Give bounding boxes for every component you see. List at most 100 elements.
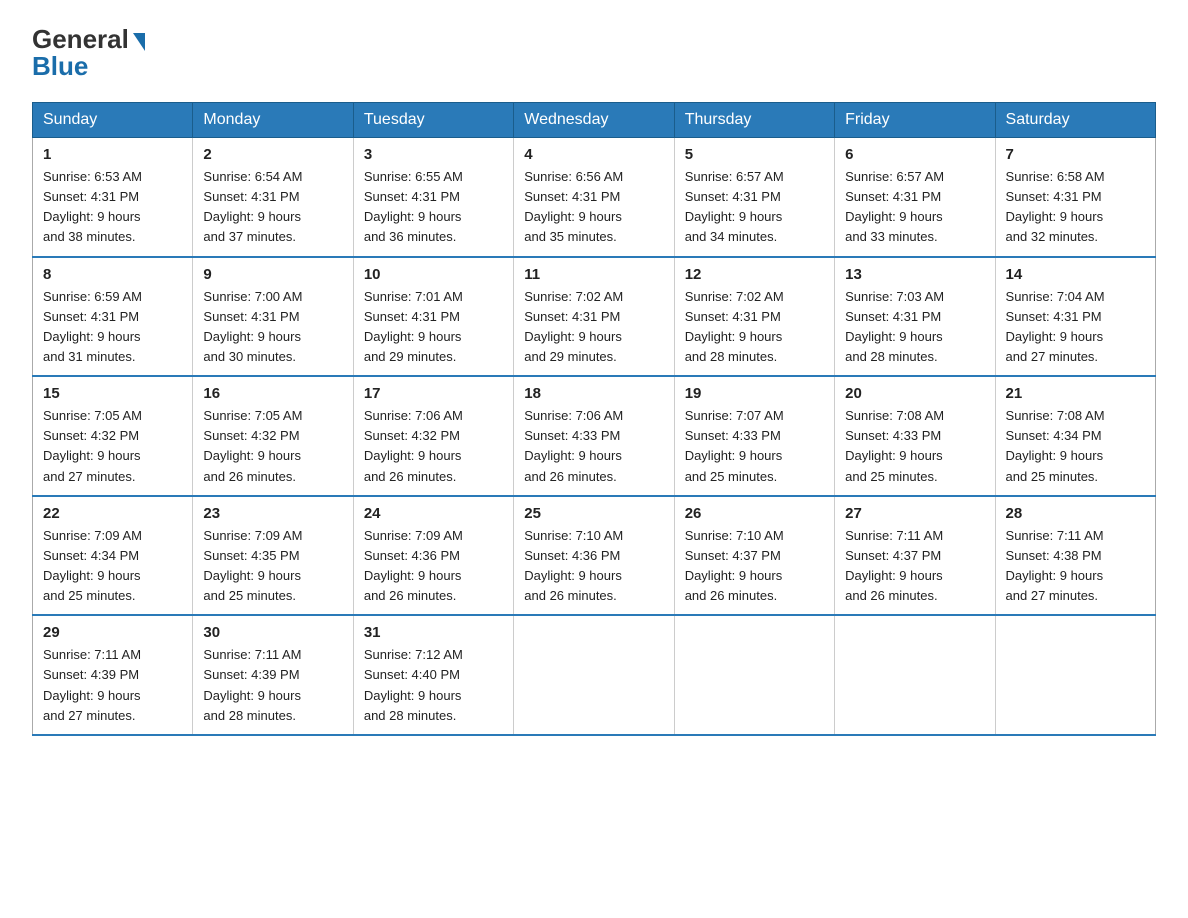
day-number: 4	[524, 146, 663, 163]
week-row-1: 1 Sunrise: 6:53 AMSunset: 4:31 PMDaylight…	[33, 138, 1156, 257]
week-row-4: 22Sunrise: 7:09 AMSunset: 4:34 PMDayligh…	[33, 496, 1156, 616]
day-info: Sunrise: 7:11 AMSunset: 4:39 PMDaylight:…	[43, 645, 182, 726]
calendar-cell: 8Sunrise: 6:59 AMSunset: 4:31 PMDaylight…	[33, 257, 193, 377]
day-info: Sunrise: 7:07 AMSunset: 4:33 PMDaylight:…	[685, 406, 824, 487]
day-info: Sunrise: 7:02 AMSunset: 4:31 PMDaylight:…	[685, 287, 824, 368]
day-number: 10	[364, 266, 503, 283]
day-info: Sunrise: 6:59 AMSunset: 4:31 PMDaylight:…	[43, 287, 182, 368]
week-row-2: 8Sunrise: 6:59 AMSunset: 4:31 PMDaylight…	[33, 257, 1156, 377]
day-number: 19	[685, 385, 824, 402]
calendar-cell: 3 Sunrise: 6:55 AMSunset: 4:31 PMDaylight…	[353, 138, 513, 257]
day-number: 31	[364, 624, 503, 641]
calendar-cell: 19 Sunrise: 7:07 AMSunset: 4:33 PMDayligh…	[674, 376, 834, 496]
day-info: Sunrise: 7:05 AMSunset: 4:32 PMDaylight:…	[43, 406, 182, 487]
day-number: 15	[43, 385, 182, 402]
calendar-cell: 4 Sunrise: 6:56 AMSunset: 4:31 PMDaylight…	[514, 138, 674, 257]
calendar-cell: 14Sunrise: 7:04 AMSunset: 4:31 PMDayligh…	[995, 257, 1155, 377]
day-number: 28	[1006, 505, 1145, 522]
day-number: 6	[845, 146, 984, 163]
day-info: Sunrise: 7:05 AMSunset: 4:32 PMDaylight:…	[203, 406, 342, 487]
day-number: 21	[1006, 385, 1145, 402]
calendar-cell: 24 Sunrise: 7:09 AMSunset: 4:36 PMDayligh…	[353, 496, 513, 616]
logo-text-blue: Blue	[32, 51, 88, 82]
day-info: Sunrise: 7:00 AMSunset: 4:31 PMDaylight:…	[203, 287, 342, 368]
calendar-cell: 9 Sunrise: 7:00 AMSunset: 4:31 PMDaylight…	[193, 257, 353, 377]
day-number: 2	[203, 146, 342, 163]
calendar-cell: 27Sunrise: 7:11 AMSunset: 4:37 PMDayligh…	[835, 496, 995, 616]
day-info: Sunrise: 7:10 AMSunset: 4:36 PMDaylight:…	[524, 526, 663, 607]
day-info: Sunrise: 7:12 AMSunset: 4:40 PMDaylight:…	[364, 645, 503, 726]
day-number: 3	[364, 146, 503, 163]
header-friday: Friday	[835, 103, 995, 138]
calendar-cell: 1 Sunrise: 6:53 AMSunset: 4:31 PMDaylight…	[33, 138, 193, 257]
calendar-cell: 18 Sunrise: 7:06 AMSunset: 4:33 PMDayligh…	[514, 376, 674, 496]
day-info: Sunrise: 7:11 AMSunset: 4:38 PMDaylight:…	[1006, 526, 1145, 607]
day-number: 26	[685, 505, 824, 522]
calendar-cell	[835, 615, 995, 735]
calendar-cell: 26 Sunrise: 7:10 AMSunset: 4:37 PMDayligh…	[674, 496, 834, 616]
page-header: General Blue	[32, 24, 1156, 82]
day-info: Sunrise: 7:09 AMSunset: 4:35 PMDaylight:…	[203, 526, 342, 607]
header-saturday: Saturday	[995, 103, 1155, 138]
day-number: 30	[203, 624, 342, 641]
calendar-cell: 12Sunrise: 7:02 AMSunset: 4:31 PMDayligh…	[674, 257, 834, 377]
day-info: Sunrise: 6:57 AMSunset: 4:31 PMDaylight:…	[685, 167, 824, 248]
calendar-cell: 11 Sunrise: 7:02 AMSunset: 4:31 PMDayligh…	[514, 257, 674, 377]
calendar-cell: 22Sunrise: 7:09 AMSunset: 4:34 PMDayligh…	[33, 496, 193, 616]
day-info: Sunrise: 7:04 AMSunset: 4:31 PMDaylight:…	[1006, 287, 1145, 368]
calendar-header-row: SundayMondayTuesdayWednesdayThursdayFrid…	[33, 103, 1156, 138]
day-info: Sunrise: 7:06 AMSunset: 4:33 PMDaylight:…	[524, 406, 663, 487]
calendar-cell: 17Sunrise: 7:06 AMSunset: 4:32 PMDayligh…	[353, 376, 513, 496]
day-info: Sunrise: 7:11 AMSunset: 4:39 PMDaylight:…	[203, 645, 342, 726]
day-info: Sunrise: 7:02 AMSunset: 4:31 PMDaylight:…	[524, 287, 663, 368]
day-info: Sunrise: 7:10 AMSunset: 4:37 PMDaylight:…	[685, 526, 824, 607]
day-number: 22	[43, 505, 182, 522]
calendar-cell: 2 Sunrise: 6:54 AMSunset: 4:31 PMDaylight…	[193, 138, 353, 257]
day-info: Sunrise: 7:01 AMSunset: 4:31 PMDaylight:…	[364, 287, 503, 368]
calendar-cell: 29 Sunrise: 7:11 AMSunset: 4:39 PMDayligh…	[33, 615, 193, 735]
day-number: 5	[685, 146, 824, 163]
day-number: 27	[845, 505, 984, 522]
week-row-5: 29 Sunrise: 7:11 AMSunset: 4:39 PMDayligh…	[33, 615, 1156, 735]
day-info: Sunrise: 6:57 AMSunset: 4:31 PMDaylight:…	[845, 167, 984, 248]
day-info: Sunrise: 7:03 AMSunset: 4:31 PMDaylight:…	[845, 287, 984, 368]
day-info: Sunrise: 6:55 AMSunset: 4:31 PMDaylight:…	[364, 167, 503, 248]
day-number: 24	[364, 505, 503, 522]
calendar-cell: 10 Sunrise: 7:01 AMSunset: 4:31 PMDayligh…	[353, 257, 513, 377]
calendar-cell: 25Sunrise: 7:10 AMSunset: 4:36 PMDayligh…	[514, 496, 674, 616]
header-wednesday: Wednesday	[514, 103, 674, 138]
day-number: 18	[524, 385, 663, 402]
calendar-cell: 20Sunrise: 7:08 AMSunset: 4:33 PMDayligh…	[835, 376, 995, 496]
day-number: 13	[845, 266, 984, 283]
day-number: 17	[364, 385, 503, 402]
calendar-cell: 5 Sunrise: 6:57 AMSunset: 4:31 PMDaylight…	[674, 138, 834, 257]
day-info: Sunrise: 6:53 AMSunset: 4:31 PMDaylight:…	[43, 167, 182, 248]
header-monday: Monday	[193, 103, 353, 138]
calendar-cell: 31 Sunrise: 7:12 AMSunset: 4:40 PMDayligh…	[353, 615, 513, 735]
day-info: Sunrise: 6:56 AMSunset: 4:31 PMDaylight:…	[524, 167, 663, 248]
calendar-cell: 6 Sunrise: 6:57 AMSunset: 4:31 PMDaylight…	[835, 138, 995, 257]
header-tuesday: Tuesday	[353, 103, 513, 138]
day-number: 1	[43, 146, 182, 163]
calendar-cell: 30 Sunrise: 7:11 AMSunset: 4:39 PMDayligh…	[193, 615, 353, 735]
header-sunday: Sunday	[33, 103, 193, 138]
day-info: Sunrise: 6:54 AMSunset: 4:31 PMDaylight:…	[203, 167, 342, 248]
header-thursday: Thursday	[674, 103, 834, 138]
day-info: Sunrise: 6:58 AMSunset: 4:31 PMDaylight:…	[1006, 167, 1145, 248]
calendar-table: SundayMondayTuesdayWednesdayThursdayFrid…	[32, 102, 1156, 736]
day-info: Sunrise: 7:09 AMSunset: 4:36 PMDaylight:…	[364, 526, 503, 607]
calendar-cell: 16 Sunrise: 7:05 AMSunset: 4:32 PMDayligh…	[193, 376, 353, 496]
day-number: 23	[203, 505, 342, 522]
day-info: Sunrise: 7:08 AMSunset: 4:33 PMDaylight:…	[845, 406, 984, 487]
day-number: 9	[203, 266, 342, 283]
calendar-cell: 28 Sunrise: 7:11 AMSunset: 4:38 PMDayligh…	[995, 496, 1155, 616]
calendar-cell: 7 Sunrise: 6:58 AMSunset: 4:31 PMDaylight…	[995, 138, 1155, 257]
calendar-cell: 23 Sunrise: 7:09 AMSunset: 4:35 PMDayligh…	[193, 496, 353, 616]
day-number: 16	[203, 385, 342, 402]
day-number: 29	[43, 624, 182, 641]
day-info: Sunrise: 7:08 AMSunset: 4:34 PMDaylight:…	[1006, 406, 1145, 487]
day-number: 11	[524, 266, 663, 283]
day-number: 7	[1006, 146, 1145, 163]
calendar-cell	[674, 615, 834, 735]
calendar-cell: 15 Sunrise: 7:05 AMSunset: 4:32 PMDayligh…	[33, 376, 193, 496]
